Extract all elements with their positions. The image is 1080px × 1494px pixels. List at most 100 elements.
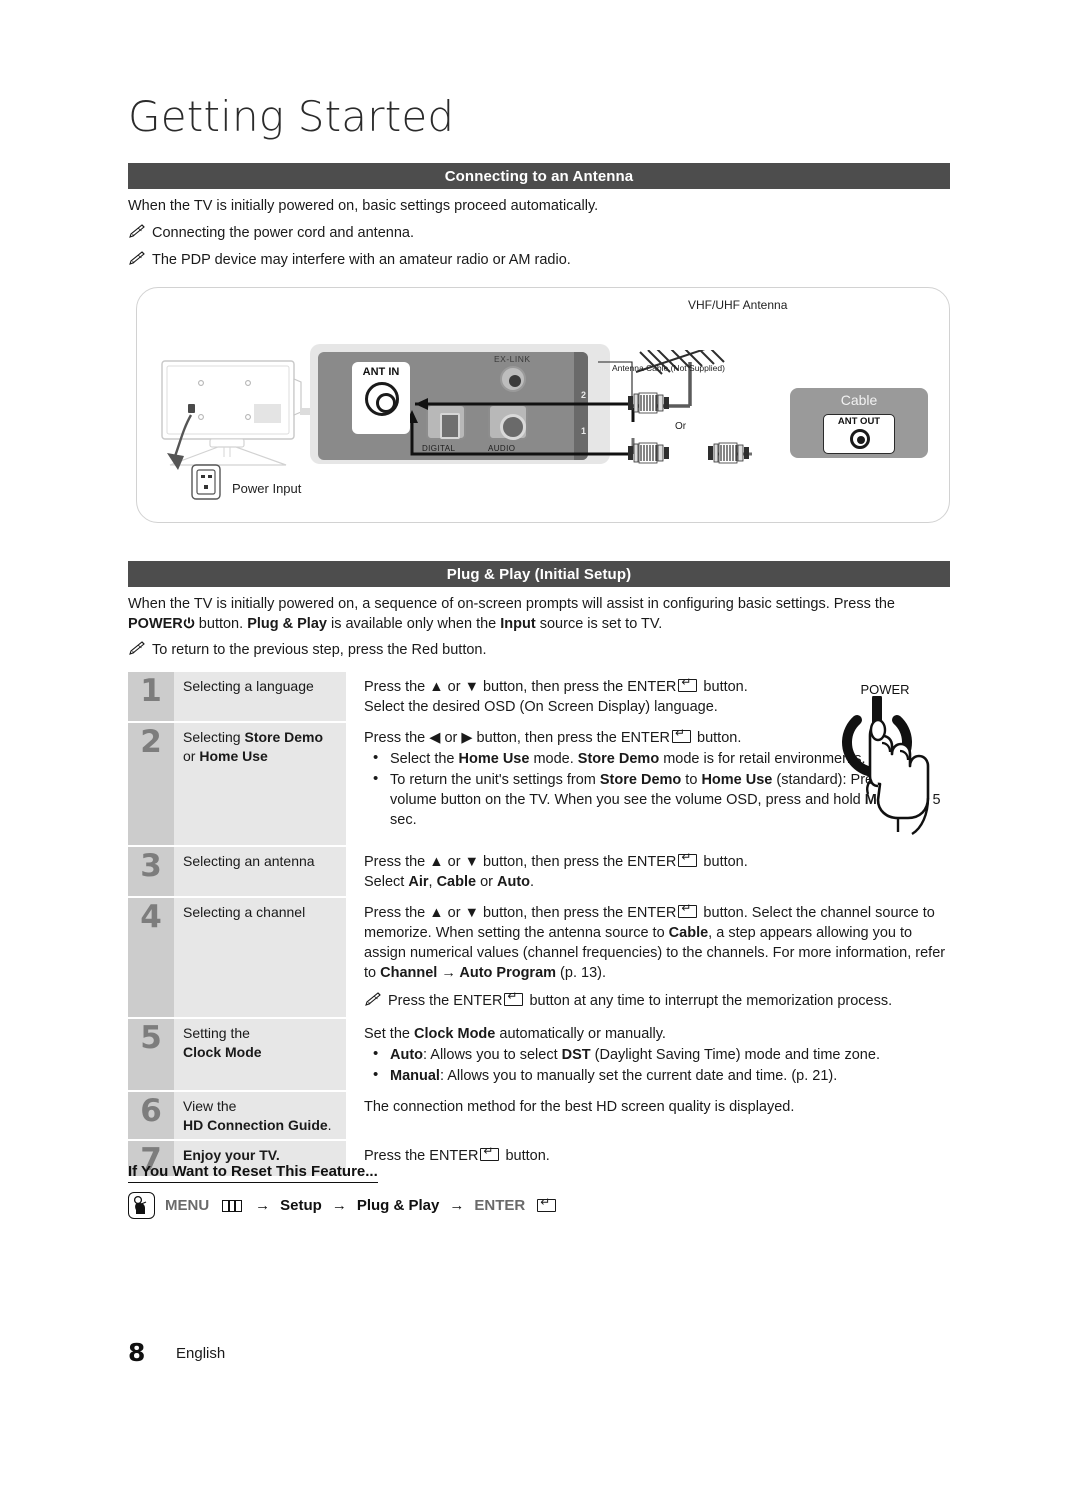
sep-3: .: [530, 874, 535, 890]
power-input-label: Power Input: [232, 481, 302, 496]
plug-play-intro: When the TV is initially powered on, a s…: [128, 594, 918, 636]
enter-key-icon: [537, 1196, 557, 1212]
subnote-text: Press the ENTER button at any time to in…: [388, 990, 892, 1011]
input-keyword: Input: [500, 616, 536, 632]
step-body: Set the Clock Mode automatically or manu…: [346, 1019, 950, 1090]
step-label-text: Selecting an antenna: [183, 853, 315, 869]
page-number: 8: [128, 1338, 146, 1367]
clock-mode-keyword: Clock Mode: [413, 1026, 496, 1042]
menu-keyword: MENU: [165, 1197, 210, 1214]
store-demo-keyword: Store Demo: [599, 772, 682, 788]
list-item: Manual: Allows you to manually set the c…: [364, 1065, 950, 1086]
ant-in-callout: ANT IN: [352, 362, 410, 434]
step-label: Selecting an antenna: [174, 847, 346, 896]
step-body: Press the ENTER button.: [346, 1141, 950, 1176]
list-item: Auto: Allows you to select DST (Daylight…: [364, 1044, 950, 1065]
auto-program-keyword: Auto Program: [459, 965, 557, 981]
step-label-text: Setting the: [183, 1025, 250, 1041]
store-demo-keyword: Store Demo: [244, 729, 324, 745]
bullet-text-b: to: [681, 772, 702, 788]
enter-key-icon: [672, 727, 691, 743]
step-body-line: Press the ▲ or ▼ button, then press the …: [364, 851, 950, 872]
step-label-period: .: [327, 1117, 332, 1133]
step-body-text: Press the ◀ or ▶ button, then press the …: [364, 730, 670, 746]
auto-keyword: Auto: [390, 1047, 424, 1063]
step-body-text-tail: button.: [699, 854, 748, 870]
step-label-text: Selecting a language: [183, 678, 314, 694]
bullet-text-a: Select the: [390, 751, 459, 767]
reset-feature-path: MENU → Setup → Plug & Play → ENTER: [128, 1192, 558, 1219]
enter-key-icon: [678, 676, 698, 692]
home-use-keyword: Home Use: [701, 772, 773, 788]
ant-out-label: ANT OUT: [837, 416, 881, 427]
step-label-text: Selecting: [183, 729, 245, 745]
pencil-icon: [128, 641, 146, 662]
arrow-separator: →: [437, 965, 460, 981]
table-row: 3 Selecting an antenna Press the ▲ or ▼ …: [128, 847, 950, 896]
step-body-text: Press the ▲ or ▼ button, then press the …: [364, 905, 677, 921]
step-number: 3: [128, 847, 174, 896]
step-label: Setting the Clock Mode: [174, 1019, 346, 1090]
page-language: English: [176, 1345, 226, 1362]
bullet-text-a: : Allows you to manually set the current…: [439, 1068, 838, 1084]
pencil-icon: [128, 251, 146, 272]
ant-in-jack-icon: [365, 382, 399, 416]
enter-key-icon: [678, 902, 698, 918]
enter-keyword: ENTER: [474, 1197, 526, 1214]
step-label: Selecting a language: [174, 672, 346, 721]
antenna-note-2: The PDP device may interfere with an ama…: [128, 250, 948, 272]
step-body-text: Press the ▲ or ▼ button, then press the …: [364, 679, 677, 695]
ant-in-label: ANT IN: [362, 366, 400, 378]
antenna-intro-text: When the TV is initially powered on, bas…: [128, 198, 599, 214]
step-body-text: Press the ENTER: [364, 1148, 479, 1164]
table-row: 6 View the HD Connection Guide. The conn…: [128, 1092, 950, 1139]
arrow-2: →: [331, 1197, 347, 1214]
section-header-antenna: Connecting to an Antenna: [128, 163, 950, 189]
step-subnote: Press the ENTER button at any time to in…: [364, 990, 950, 1013]
sep-1: ,: [428, 874, 437, 890]
bullet-text-a: To return the unit's settings from: [390, 772, 600, 788]
subnote-text-a: Press the ENTER: [388, 993, 503, 1009]
manual-keyword: Manual: [390, 1068, 440, 1084]
step-label-text: Selecting a channel: [183, 904, 306, 920]
enter-key-icon: [678, 851, 698, 867]
coax-connector-lower-right: [708, 442, 749, 464]
step-body-line: The connection method for the best HD sc…: [364, 1099, 795, 1115]
section-header-plug-play-label: Plug & Play (Initial Setup): [446, 565, 632, 583]
select-text: Select: [364, 874, 409, 890]
ant-out-port: ANT OUT: [823, 414, 895, 454]
ant-out-jack-icon: [850, 429, 870, 449]
antenna-note-1-text: Connecting the power cord and antenna.: [152, 225, 414, 241]
plug-play-intro-b: button.: [194, 616, 248, 632]
air-keyword: Air: [408, 874, 429, 890]
auto-keyword: Auto: [497, 874, 531, 890]
step-body-text-tail: button.: [693, 730, 742, 746]
step-label: Selecting a channel: [174, 898, 346, 1017]
menu-icon: [222, 1199, 243, 1212]
step-number: 4: [128, 898, 174, 1017]
cable-box-label: Cable: [840, 392, 878, 408]
step-number: 6: [128, 1092, 174, 1139]
plug-play-keyword: Plug & Play: [356, 1197, 440, 1214]
step-body: Press the ▲ or ▼ button, then press the …: [346, 847, 950, 896]
antenna-cable-label: Antenna Cable (Not Supplied): [612, 363, 725, 373]
bullet-text-b: (Daylight Saving Time) mode and time zon…: [590, 1047, 880, 1063]
step-body: Press the ▲ or ▼ button, then press the …: [346, 898, 950, 1017]
step-body-line: Press the ENTER button.: [364, 1145, 950, 1166]
step-body-text-tail: button.: [501, 1148, 550, 1164]
step-body: The connection method for the best HD sc…: [346, 1092, 950, 1139]
step-body-line: Set the Clock Mode automatically or manu…: [364, 1024, 950, 1044]
hand-pointer-icon: [128, 1192, 155, 1219]
bullet-text-a: : Allows you to select: [423, 1047, 562, 1063]
antenna-note-1: Connecting the power cord and antenna.: [128, 223, 948, 245]
hd-connection-guide-keyword: HD Connection Guide: [183, 1117, 328, 1133]
enter-key-icon: [480, 1145, 500, 1161]
arrow-1: →: [255, 1197, 271, 1214]
reset-feature-heading: If You Want to Reset This Feature...: [128, 1163, 378, 1183]
step-body-text-tail: button.: [699, 679, 748, 695]
step-bullet-list: Auto: Allows you to select DST (Daylight…: [364, 1044, 950, 1086]
or-label: Or: [675, 421, 687, 432]
sep-2: or: [476, 874, 498, 890]
power-symbol-icon: [183, 616, 195, 636]
enter-key-icon: [504, 990, 524, 1006]
